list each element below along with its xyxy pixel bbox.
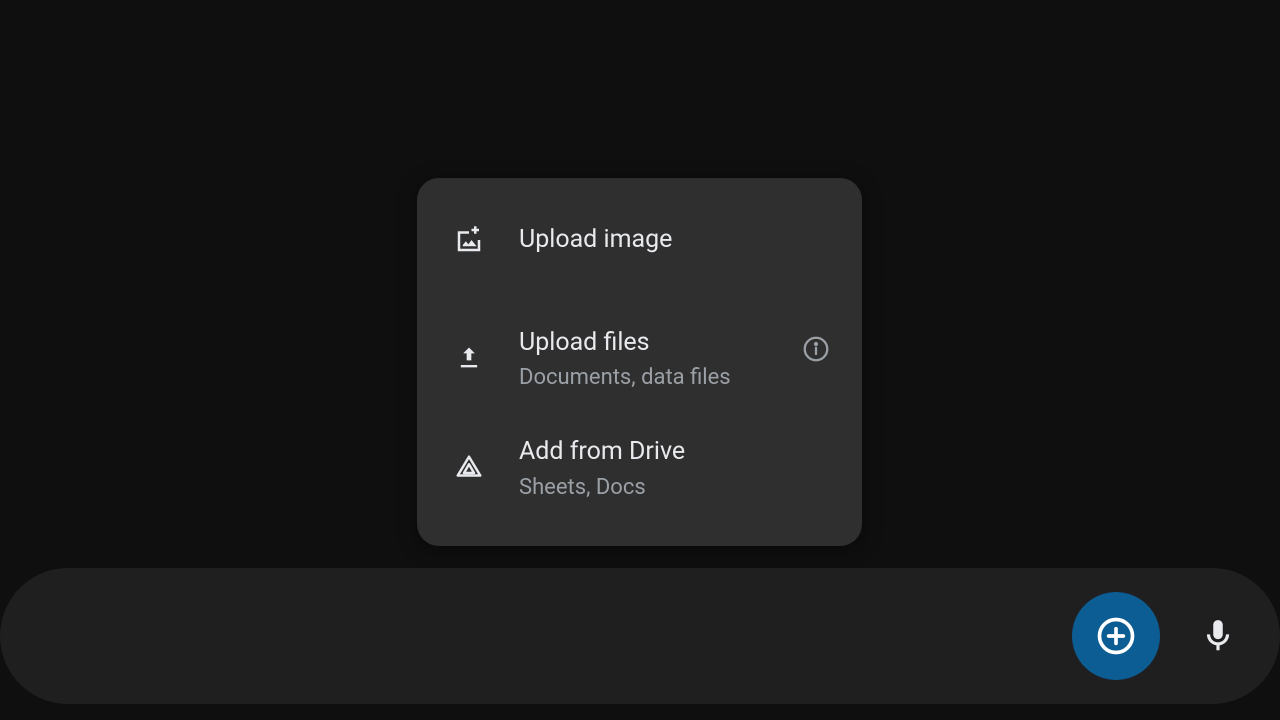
upload-image-item[interactable]: Upload image bbox=[417, 208, 862, 273]
menu-item-subtitle: Sheets, Docs bbox=[519, 475, 826, 500]
menu-item-title: Add from Drive bbox=[519, 436, 826, 469]
mic-button[interactable] bbox=[1194, 612, 1242, 660]
info-icon[interactable] bbox=[800, 333, 832, 365]
add-from-drive-item[interactable]: Add from Drive Sheets, Docs bbox=[417, 420, 862, 516]
upload-files-item[interactable]: Upload files Documents, data files bbox=[417, 311, 862, 407]
menu-item-subtitle: Documents, data files bbox=[519, 365, 826, 390]
image-add-icon bbox=[453, 224, 485, 256]
add-button[interactable] bbox=[1072, 592, 1160, 680]
menu-item-title: Upload files bbox=[519, 327, 826, 360]
drive-icon bbox=[453, 452, 485, 484]
menu-item-title: Upload image bbox=[519, 224, 826, 257]
upload-icon bbox=[453, 342, 485, 374]
input-bar[interactable] bbox=[0, 568, 1280, 704]
upload-menu-popup: Upload image Upload files Documents, dat… bbox=[417, 178, 862, 546]
